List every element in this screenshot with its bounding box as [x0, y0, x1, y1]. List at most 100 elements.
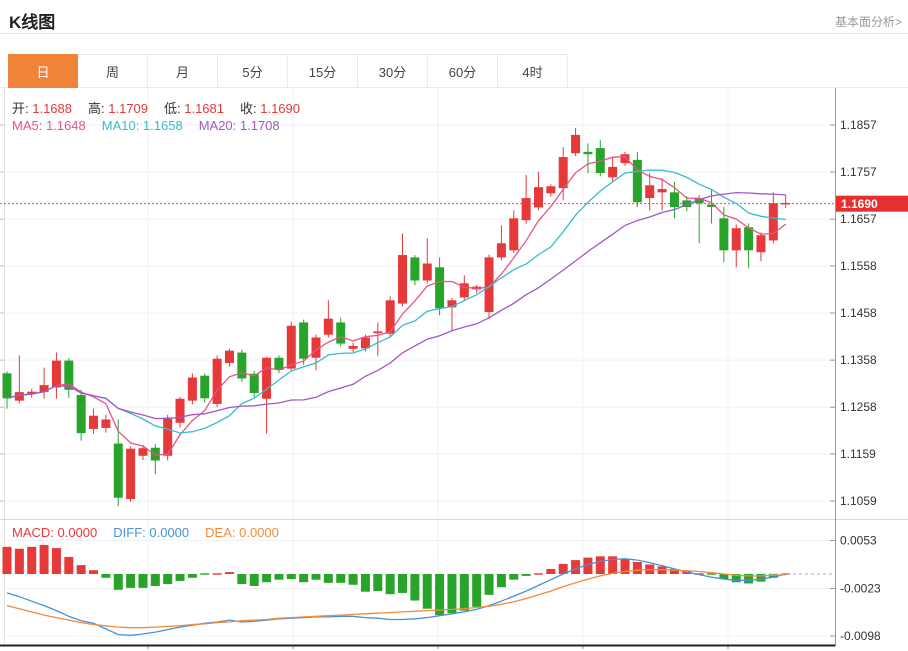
candle — [349, 346, 358, 349]
candle — [769, 203, 778, 240]
macd-bar — [423, 574, 432, 609]
macd-bar — [237, 574, 246, 584]
macd-bar — [398, 574, 407, 593]
macd-bar — [213, 573, 222, 574]
candle — [200, 376, 209, 399]
kline-widget: { "header": { "title": "K线图", "link_labe… — [0, 0, 908, 651]
macd-bar — [27, 547, 36, 574]
macd-bar — [200, 573, 209, 574]
legend-item: MA10: 1.1658 — [102, 118, 183, 133]
current-price-label: 1.1690 — [841, 197, 878, 211]
candle — [3, 373, 12, 398]
candle — [608, 167, 617, 177]
candle — [250, 374, 259, 393]
legend-item: 收: 1.1690 — [240, 101, 300, 116]
candle — [559, 157, 568, 188]
candle — [114, 444, 123, 498]
candle — [546, 186, 555, 193]
candle — [670, 192, 679, 207]
legend-item: 低: 1.1681 — [164, 101, 224, 116]
macd-bar — [114, 574, 123, 590]
candle — [658, 189, 667, 192]
macd-bar — [522, 574, 531, 576]
ohlc-legend: 开: 1.1688 高: 1.1709 低: 1.1681 收: 1.1690 — [12, 98, 316, 117]
macd-bar — [262, 574, 271, 582]
macd-bar — [497, 574, 506, 587]
legend-item: 高: 1.1709 — [88, 101, 148, 116]
candle — [621, 154, 630, 163]
svg-text:1.1857: 1.1857 — [840, 118, 877, 132]
legend-item: MA5: 1.1648 — [12, 118, 86, 133]
macd-bar — [571, 560, 580, 574]
candle — [89, 416, 98, 429]
legend-item: DEA: 0.0000 — [205, 525, 279, 540]
candle — [756, 235, 765, 252]
macd-bar — [138, 574, 147, 588]
legend-item: 开: 1.1688 — [12, 101, 72, 116]
candle — [213, 359, 222, 404]
macd-legend: MACD: 0.0000 DIFF: 0.0000 DEA: 0.0000 — [12, 525, 295, 540]
candle — [299, 322, 308, 358]
macd-bar — [509, 574, 518, 580]
svg-text:1.1258: 1.1258 — [840, 400, 877, 414]
svg-text:1.1458: 1.1458 — [840, 306, 877, 320]
macd-bar — [410, 574, 419, 601]
candle — [497, 243, 506, 257]
candle — [237, 353, 246, 379]
candle — [744, 227, 753, 250]
macd-bar — [534, 573, 543, 574]
macd-bar — [225, 572, 234, 574]
svg-text:-0.0098: -0.0098 — [840, 629, 881, 643]
macd-bar — [77, 565, 86, 574]
svg-text:1.1657: 1.1657 — [840, 212, 877, 226]
macd-bar — [15, 549, 24, 574]
candle — [225, 351, 234, 363]
legend-item: DIFF: 0.0000 — [113, 525, 189, 540]
macd-bar — [633, 562, 642, 574]
candle — [410, 257, 419, 280]
candle — [423, 264, 432, 281]
candle — [126, 449, 135, 499]
svg-text:1.1059: 1.1059 — [840, 494, 877, 508]
ma20-line — [7, 193, 786, 419]
candle — [645, 185, 654, 198]
macd-bar — [485, 574, 494, 595]
candle — [732, 228, 741, 250]
macd-bar — [447, 574, 456, 613]
candle — [176, 399, 185, 423]
macd-bar — [596, 556, 605, 574]
ma-legend: MA5: 1.1648 MA10: 1.1658 MA20: 1.1708 — [12, 118, 296, 133]
candle — [386, 300, 395, 333]
macd-bar — [349, 574, 358, 585]
candle — [188, 378, 197, 401]
macd-bar — [101, 574, 110, 578]
candle — [781, 203, 790, 205]
candle — [522, 198, 531, 220]
macd-bar — [287, 574, 296, 579]
candle — [52, 361, 61, 388]
macd-bar — [299, 574, 308, 582]
candle — [262, 358, 271, 399]
macd-bar — [151, 574, 160, 586]
candle — [509, 218, 518, 250]
macd-bar — [312, 574, 321, 580]
svg-text:1.1558: 1.1558 — [840, 259, 877, 273]
legend-item: MACD: 0.0000 — [12, 525, 97, 540]
candle — [287, 326, 296, 369]
macd-bar — [373, 574, 382, 591]
candles-layer — [3, 128, 791, 506]
candle — [138, 448, 147, 456]
svg-text:1.1159: 1.1159 — [840, 447, 876, 461]
macd-bar — [460, 574, 469, 611]
legend-item: MA20: 1.1708 — [199, 118, 280, 133]
macd-bar — [64, 557, 73, 574]
ma10-line — [7, 170, 786, 433]
macd-bar — [386, 574, 395, 594]
candle — [583, 152, 592, 154]
macd-bar — [3, 547, 12, 574]
macd-bar — [250, 574, 259, 586]
candle — [373, 331, 382, 333]
candle — [435, 267, 444, 308]
macd-bar — [336, 574, 345, 583]
svg-text:0.0053: 0.0053 — [840, 534, 877, 548]
